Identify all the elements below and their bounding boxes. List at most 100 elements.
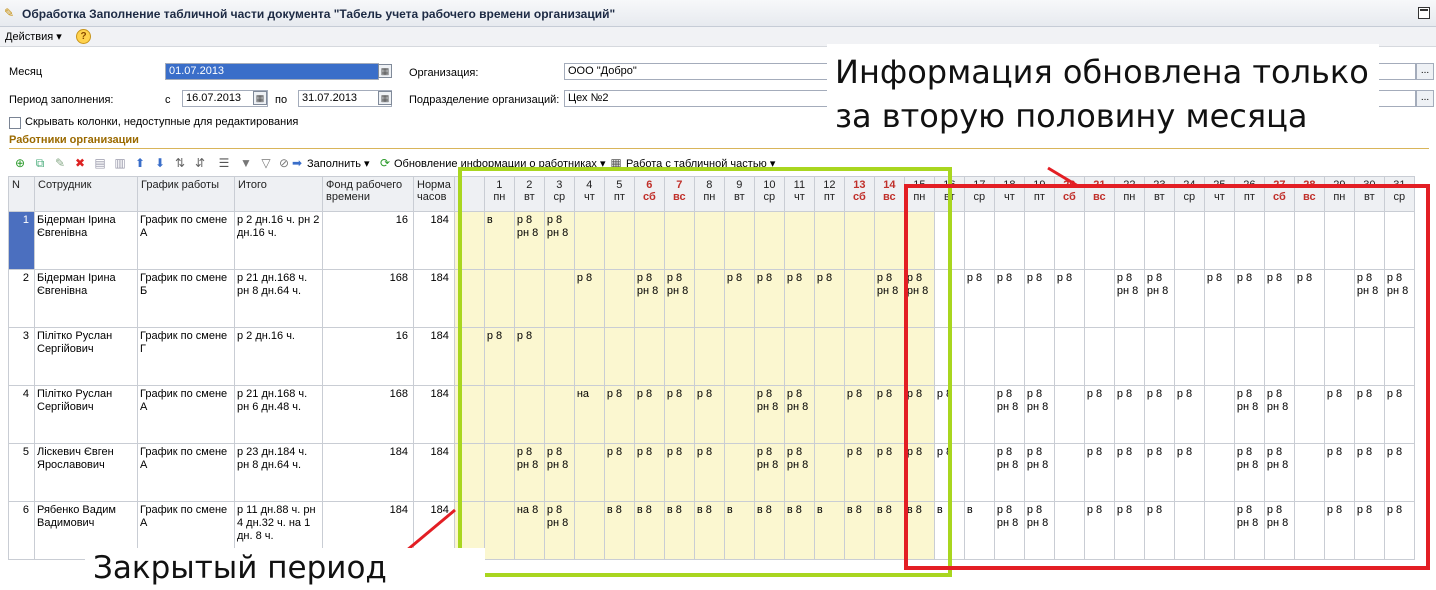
day-cell[interactable]: в 8 — [663, 501, 695, 560]
day-cell[interactable]: р 8 — [723, 269, 755, 328]
row-number[interactable]: 6 — [8, 501, 35, 560]
table-row[interactable]: 5 Ліскевич Євген Ярославович График по сме… — [8, 443, 1415, 502]
day-cell[interactable] — [1083, 327, 1115, 386]
day-header[interactable]: 8 пн — [693, 176, 725, 212]
organization-select-button[interactable]: ... — [1416, 63, 1434, 80]
day-cell[interactable] — [483, 443, 515, 502]
day-cell[interactable] — [813, 327, 845, 386]
table-icon[interactable]: ▦ — [608, 155, 624, 171]
day-cell[interactable]: на 8 — [513, 501, 545, 560]
day-cell[interactable]: р 8 — [903, 385, 935, 444]
day-cell[interactable] — [753, 327, 785, 386]
total-cell[interactable]: р 21 дн.168 ч. рн 8 дн.64 ч. — [234, 269, 323, 328]
day-cell[interactable] — [633, 211, 665, 270]
day-cell[interactable]: р 8 — [1143, 501, 1175, 560]
day-cell[interactable]: в 8 — [693, 501, 725, 560]
day-cell[interactable]: р 8 — [993, 269, 1025, 328]
day-cell[interactable]: р 8 — [873, 443, 905, 502]
day-cell[interactable]: р 8 рн 8 — [663, 269, 695, 328]
day-cell[interactable] — [1293, 443, 1325, 502]
employee-cell[interactable]: Пілітко Руслан Сергійович — [34, 327, 138, 386]
day-header[interactable]: 11 чт — [783, 176, 815, 212]
day-cell[interactable] — [843, 211, 875, 270]
day-header[interactable]: 23 вт — [1143, 176, 1175, 212]
help-icon[interactable]: ? — [76, 29, 91, 44]
day-cell[interactable] — [813, 443, 845, 502]
day-cell[interactable]: р 8 — [693, 385, 725, 444]
day-cell[interactable] — [813, 385, 845, 444]
day-cell[interactable]: р 8 — [1143, 443, 1175, 502]
day-cell[interactable] — [1323, 269, 1355, 328]
day-cell[interactable] — [1293, 385, 1325, 444]
day-cell[interactable] — [813, 211, 845, 270]
day-cell[interactable] — [933, 269, 965, 328]
day-cell[interactable] — [723, 443, 755, 502]
day-cell[interactable] — [963, 327, 995, 386]
day-header[interactable]: 24 ср — [1173, 176, 1205, 212]
day-cell[interactable]: р 8 — [1323, 443, 1355, 502]
day-cell[interactable]: р 8 — [603, 385, 635, 444]
row-number[interactable]: 1 — [8, 211, 35, 270]
day-header[interactable]: 13 сб — [843, 176, 875, 212]
copy-icon[interactable]: ⧉ — [32, 155, 48, 171]
day-cell[interactable] — [513, 269, 545, 328]
day-header[interactable]: 5 пт — [603, 176, 635, 212]
day-cell[interactable] — [1263, 327, 1295, 386]
day-cell[interactable] — [1113, 211, 1145, 270]
norm-cell[interactable]: 184 — [413, 269, 455, 328]
day-header[interactable]: 22 пн — [1113, 176, 1145, 212]
day-cell[interactable] — [603, 211, 635, 270]
update-info-button[interactable]: Обновление информации о работниках ▾ — [394, 157, 606, 170]
day-cell[interactable] — [693, 327, 725, 386]
day-cell[interactable]: р 8 — [483, 327, 515, 386]
day-cell[interactable] — [1293, 211, 1325, 270]
day-cell[interactable] — [1143, 327, 1175, 386]
day-header[interactable]: 14 вс — [873, 176, 905, 212]
add-icon[interactable]: ⊕ — [12, 155, 28, 171]
fund-cell[interactable]: 16 — [322, 327, 414, 386]
col-header-total[interactable]: Итого — [234, 176, 323, 212]
day-cell[interactable]: р 8 — [933, 385, 965, 444]
day-cell[interactable]: р 8 — [843, 443, 875, 502]
filter-icon[interactable]: ▼ — [238, 155, 254, 171]
norm-cell[interactable]: 184 — [413, 211, 455, 270]
day-header[interactable]: 2 вт — [513, 176, 545, 212]
table-row[interactable]: 1 Бідерман Ірина Євгенівна График по смене… — [8, 211, 1415, 270]
day-header[interactable]: 28 вс — [1293, 176, 1325, 212]
day-header[interactable]: 15 пн — [903, 176, 935, 212]
day-cell[interactable] — [1383, 211, 1415, 270]
day-cell[interactable]: р 8 — [633, 443, 665, 502]
month-field[interactable]: 01.07.2013 — [165, 63, 379, 80]
day-cell[interactable] — [1203, 385, 1235, 444]
day-cell[interactable]: р 8 — [1173, 385, 1205, 444]
day-cell[interactable]: в 8 — [873, 501, 905, 560]
day-cell[interactable] — [993, 211, 1025, 270]
day-cell[interactable] — [723, 327, 755, 386]
day-cell[interactable]: р 8 рн 8 — [993, 385, 1025, 444]
day-cell[interactable] — [1023, 211, 1055, 270]
day-cell[interactable]: в 8 — [753, 501, 785, 560]
day-cell[interactable] — [903, 327, 935, 386]
day-header[interactable]: 4 чт — [573, 176, 605, 212]
day-cell[interactable]: р 8 — [663, 443, 695, 502]
hide-columns-checkbox[interactable] — [9, 117, 21, 129]
day-header[interactable]: 12 пт — [813, 176, 845, 212]
day-cell[interactable]: р 8 — [1383, 443, 1415, 502]
employee-cell[interactable]: Пілітко Руслан Сергійович — [34, 385, 138, 444]
norm-cell[interactable]: 184 — [413, 443, 455, 502]
day-cell[interactable] — [1203, 501, 1235, 560]
day-cell[interactable] — [963, 385, 995, 444]
day-cell[interactable]: в — [723, 501, 755, 560]
calendar-icon[interactable]: ▦ — [253, 91, 267, 105]
day-cell[interactable] — [1173, 501, 1205, 560]
day-header[interactable]: 27 сб — [1263, 176, 1295, 212]
day-cell[interactable] — [723, 211, 755, 270]
day-header[interactable]: 7 вс — [663, 176, 695, 212]
day-cell[interactable] — [483, 501, 515, 560]
day-cell[interactable] — [1083, 269, 1115, 328]
norm-cell[interactable]: 184 — [413, 327, 455, 386]
day-cell[interactable] — [783, 211, 815, 270]
day-cell[interactable]: р 8 — [873, 385, 905, 444]
day-cell[interactable]: в 8 — [903, 501, 935, 560]
day-cell[interactable] — [1323, 211, 1355, 270]
